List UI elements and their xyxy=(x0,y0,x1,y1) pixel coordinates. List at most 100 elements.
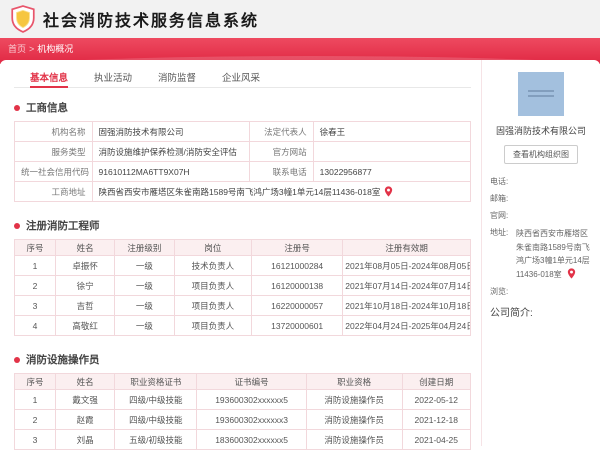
column-header: 注册有效期 xyxy=(342,239,471,256)
cell-position: 项目负责人 xyxy=(173,275,253,296)
cell-name: 刘晶 xyxy=(55,429,116,450)
table-row: 统一社会信用代码 91610112MA6TT9X07H 联系电话 1302295… xyxy=(14,161,472,182)
company-name: 固强消防技术有限公司 xyxy=(495,126,586,136)
tab-fire-supervision[interactable]: 消防监督 xyxy=(158,70,196,87)
tab-company-showcase[interactable]: 企业风采 xyxy=(222,70,260,87)
field-label: 统一社会信用代码 xyxy=(14,161,93,182)
cell-created-date: 2021-12-18 xyxy=(401,409,472,430)
table-row: 3 吉哲 一级 项目负责人 16220000057 2021年10月18日-20… xyxy=(13,295,471,316)
cell-name: 高敬红 xyxy=(55,315,116,336)
page-body: 基本信息 执业活动 消防监督 企业风采 工商信息 机构名称 固强消防技术有限公司… xyxy=(0,60,600,450)
cell-level: 一级 xyxy=(114,255,175,276)
cell-level: 一级 xyxy=(114,315,175,336)
cell-index: 3 xyxy=(13,295,57,316)
cell-name: 徐宁 xyxy=(55,275,116,296)
field-value: 13022956877 xyxy=(312,161,472,182)
cell-name: 赵霞 xyxy=(55,409,116,430)
cell-name: 吉哲 xyxy=(55,295,116,316)
field-label: 官方网站 xyxy=(248,141,314,162)
view-org-chart-button[interactable]: 查看机构组织图 xyxy=(504,145,578,164)
cell-cert-number: 183600302xxxxxx5 xyxy=(196,429,307,450)
field-value: 91610112MA6TT9X07H xyxy=(91,161,250,182)
column-header: 姓名 xyxy=(55,239,116,256)
cell-index: 1 xyxy=(13,255,57,276)
field-label: 服务类型 xyxy=(14,141,93,162)
engineers-table: 序号 姓名 注册级别 岗位 注册号 注册有效期 1 卓振怀 一级 技术负责人 161210… xyxy=(13,239,471,336)
section-business-info: 工商信息 xyxy=(14,100,471,115)
cell-level: 一级 xyxy=(114,275,175,296)
section-engineers: 注册消防工程师 xyxy=(14,218,471,233)
tab-practice-activity[interactable]: 执业活动 xyxy=(94,70,132,87)
app-header: 社会消防技术服务信息系统 xyxy=(0,0,600,38)
section-title-text: 消防设施操作员 xyxy=(26,354,100,366)
views-value xyxy=(516,286,592,298)
table-row: 1 卓振怀 一级 技术负责人 16121000284 2021年08月05日-2… xyxy=(13,255,471,276)
column-header: 注册号 xyxy=(251,239,344,256)
website-value xyxy=(516,210,592,222)
section-title-text: 注册消防工程师 xyxy=(26,220,100,232)
cell-validity: 2021年07月14日-2024年07月14日 xyxy=(342,275,471,296)
cell-reg-number: 13720000601 xyxy=(251,315,344,336)
location-pin-icon[interactable] xyxy=(567,268,576,279)
table-row-address: 工商地址 陕西省西安市雁塔区朱雀南路1589号南飞鸿广场3幢1单元14层1143… xyxy=(14,181,472,202)
table-header-row: 序号 姓名 职业资格证书 证书编号 职业资格 创建日期 xyxy=(13,373,472,390)
shield-logo-icon xyxy=(11,5,35,33)
table-row: 2 徐宁 一级 项目负责人 16120000138 2021年07月14日-20… xyxy=(13,275,471,296)
field-value: 固强消防技术有限公司 xyxy=(91,121,250,142)
bullet-dot-icon xyxy=(14,222,20,229)
cell-qualification: 消防设施操作员 xyxy=(305,389,403,410)
cell-index: 4 xyxy=(13,315,57,336)
cell-name: 戴文强 xyxy=(55,389,116,410)
company-sidebar: 固强消防技术有限公司 查看机构组织图 电话: 邮箱: 官网: 地址: 陕西省西安… xyxy=(482,60,600,446)
field-label: 机构名称 xyxy=(14,121,93,142)
operators-table: 序号 姓名 职业资格证书 证书编号 职业资格 创建日期 1 戴文强 四级/中级技能 193… xyxy=(13,373,472,450)
cell-created-date: 2021-04-25 xyxy=(401,429,472,450)
bullet-dot-icon xyxy=(14,356,20,363)
address-value: 陕西省西安市雁塔区朱雀南路1589号南飞鸿广场3幢1单元14层11436-018… xyxy=(516,227,592,281)
cell-position: 项目负责人 xyxy=(173,295,253,316)
contact-fields: 电话: 邮箱: 官网: 地址: 陕西省西安市雁塔区朱雀南路1589号南飞鸿广场3… xyxy=(490,176,592,298)
email-label: 邮箱: xyxy=(490,194,509,203)
field-label: 工商地址 xyxy=(14,181,93,202)
table-row: 2 赵霞 四级/中级技能 193600302xxxxxx3 消防设施操作员 20… xyxy=(13,409,472,430)
field-value-address: 陕西省西安市雁塔区朱雀南路1589号南飞鸿广场3幢1单元14层11436-018… xyxy=(91,181,472,202)
column-header: 序号 xyxy=(13,373,57,390)
breadcrumb-home-link[interactable]: 首页 xyxy=(8,44,26,54)
section-operators: 消防设施操作员 xyxy=(14,352,471,367)
app-title: 社会消防技术服务信息系统 xyxy=(43,13,260,30)
address-text: 陕西省西安市雁塔区朱雀南路1589号南飞鸿广场3幢1单元14层11436-018… xyxy=(516,229,590,279)
main-content: 基本信息 执业活动 消防监督 企业风采 工商信息 机构名称 固强消防技术有限公司… xyxy=(0,60,482,450)
table-row: 1 戴文强 四级/中级技能 193600302xxxxxx5 消防设施操作员 2… xyxy=(13,389,472,410)
tab-basic-info[interactable]: 基本信息 xyxy=(30,70,69,88)
column-header: 序号 xyxy=(13,239,57,256)
cell-reg-number: 16121000284 xyxy=(251,255,344,276)
business-info-table: 机构名称 固强消防技术有限公司 法定代表人 徐春王 服务类型 消防设施维护保养检… xyxy=(14,121,472,202)
cell-created-date: 2022-05-12 xyxy=(401,389,472,410)
cell-index: 2 xyxy=(13,409,57,430)
table-row: 4 高敬红 一级 项目负责人 13720000601 2022年04月24日-2… xyxy=(13,315,471,336)
column-header: 证书编号 xyxy=(196,373,307,390)
cell-validity: 2022年04月24日-2025年04月24日 xyxy=(342,315,471,336)
phone-label: 电话: xyxy=(490,177,509,186)
cell-certificate: 四级/中级技能 xyxy=(114,389,198,410)
phone-value xyxy=(516,176,592,188)
cell-qualification: 消防设施操作员 xyxy=(305,409,403,430)
table-row: 服务类型 消防设施维护保养检测/消防安全评估 官方网站 xyxy=(14,141,472,162)
field-label: 联系电话 xyxy=(248,161,314,182)
table-row: 3 刘晶 五级/初级技能 183600302xxxxxx5 消防设施操作员 20… xyxy=(13,429,472,450)
column-header: 创建日期 xyxy=(401,373,472,390)
table-header-row: 序号 姓名 注册级别 岗位 注册号 注册有效期 xyxy=(13,239,471,256)
company-logo-image xyxy=(518,72,564,116)
cell-certificate: 四级/中级技能 xyxy=(114,409,198,430)
column-header: 职业资格证书 xyxy=(114,373,198,390)
cell-index: 1 xyxy=(13,389,57,410)
cell-index: 2 xyxy=(13,275,57,296)
bullet-dot-icon xyxy=(14,104,20,111)
cell-position: 技术负责人 xyxy=(173,255,253,276)
breadcrumb-separator: > xyxy=(29,44,35,54)
location-pin-icon[interactable] xyxy=(384,186,393,197)
cell-certificate: 五级/初级技能 xyxy=(114,429,198,450)
breadcrumb-current: 机构概况 xyxy=(37,44,74,54)
cell-reg-number: 16120000138 xyxy=(251,275,344,296)
cell-index: 3 xyxy=(13,429,57,450)
